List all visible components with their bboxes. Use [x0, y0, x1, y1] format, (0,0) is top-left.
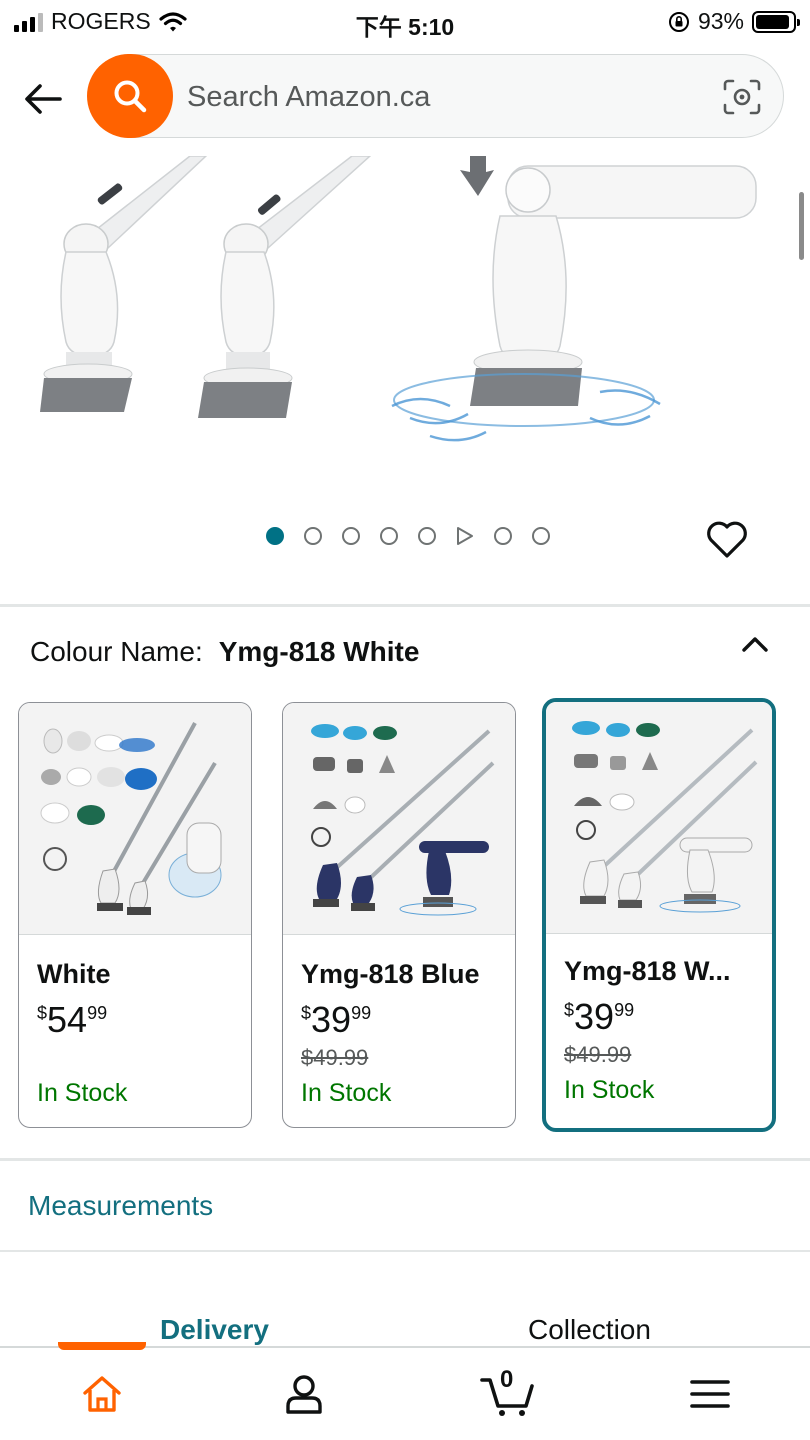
status-bar: ROGERS 下午 5:10 93%	[0, 0, 810, 44]
product-photo	[40, 156, 757, 442]
battery-icon	[752, 10, 800, 33]
variant-card-ymg818-white[interactable]: Ymg-818 W... $39 99 $49.99 In Stock	[542, 698, 776, 1132]
colour-variants: White $54 99 In Stock Ymg-818 Blue $ 39 …	[18, 698, 794, 1132]
back-arrow-icon[interactable]	[22, 78, 64, 120]
variant-price: $54 99	[37, 999, 107, 1041]
pager-dot[interactable]	[342, 527, 360, 545]
rotation-lock-icon	[668, 11, 689, 32]
search-input[interactable]: Search Amazon.ca	[187, 81, 430, 114]
stock-status: In Stock	[37, 1079, 128, 1107]
stock-status: In Stock	[564, 1076, 655, 1104]
pager-dot[interactable]	[494, 527, 512, 545]
section-divider	[0, 1250, 810, 1252]
tab-collection[interactable]: Collection	[528, 1314, 651, 1346]
stock-status: In Stock	[301, 1079, 392, 1107]
scroll-indicator	[799, 192, 804, 260]
section-divider	[0, 604, 810, 607]
price-currency: $	[37, 1003, 48, 1023]
menu-icon[interactable]	[688, 1372, 732, 1416]
camera-scan-icon[interactable]	[723, 79, 761, 115]
colour-name-label: Colour Name:	[30, 636, 203, 667]
price-currency: $	[564, 1000, 575, 1020]
price-fraction: 99	[87, 1003, 108, 1023]
pager-dot[interactable]	[266, 527, 284, 545]
variant-title: White	[37, 959, 111, 989]
variant-image	[283, 703, 515, 935]
price-fraction: 99	[614, 1000, 635, 1020]
search-button[interactable]	[87, 54, 173, 138]
variant-card-white[interactable]: White $54 99 In Stock	[18, 702, 252, 1128]
variant-card-blue[interactable]: Ymg-818 Blue $39 99 $49.99 In Stock	[282, 702, 516, 1128]
list-price: $49.99	[301, 1045, 369, 1070]
heart-icon[interactable]	[706, 520, 748, 560]
colour-name-row: Colour Name: Ymg-818 White	[30, 636, 419, 668]
search-bar[interactable]: Search Amazon.ca	[87, 54, 784, 138]
pager-dot[interactable]	[304, 527, 322, 545]
price-whole: 54	[47, 999, 88, 1040]
price-currency: $	[301, 1003, 312, 1023]
nav-active-indicator	[58, 1342, 146, 1350]
header: Search Amazon.ca	[0, 52, 810, 142]
pager-dot[interactable]	[532, 527, 550, 545]
image-pager-dots[interactable]	[266, 526, 550, 546]
price-whole: 39	[574, 996, 615, 1037]
variant-price: $39 99	[301, 999, 371, 1041]
list-price: $49.99	[564, 1042, 632, 1067]
variant-image	[19, 703, 251, 935]
bottom-nav: 0	[0, 1342, 810, 1440]
chevron-up-icon[interactable]	[740, 632, 770, 656]
search-icon	[114, 80, 147, 113]
video-play-icon[interactable]	[456, 526, 474, 546]
pager-dot[interactable]	[418, 527, 436, 545]
pager-dot[interactable]	[380, 527, 398, 545]
status-right: 93%	[668, 8, 800, 35]
colour-name-value: Ymg-818 White	[218, 636, 420, 667]
battery-percent: 93%	[697, 8, 744, 34]
price-fraction: 99	[351, 1003, 372, 1023]
variant-title: Ymg-818 Blue	[301, 959, 480, 989]
price-whole: 39	[311, 999, 352, 1040]
variant-image	[546, 702, 772, 934]
section-divider	[0, 1158, 810, 1161]
tab-delivery[interactable]: Delivery	[160, 1314, 269, 1346]
account-icon[interactable]	[282, 1372, 326, 1416]
variant-price: $39 99	[564, 996, 634, 1038]
variant-title: Ymg-818 W...	[564, 956, 731, 986]
product-image[interactable]	[0, 156, 810, 496]
measurements-link[interactable]: Measurements	[28, 1190, 213, 1222]
cart-count: 0	[500, 1366, 514, 1393]
home-icon[interactable]	[80, 1372, 124, 1416]
